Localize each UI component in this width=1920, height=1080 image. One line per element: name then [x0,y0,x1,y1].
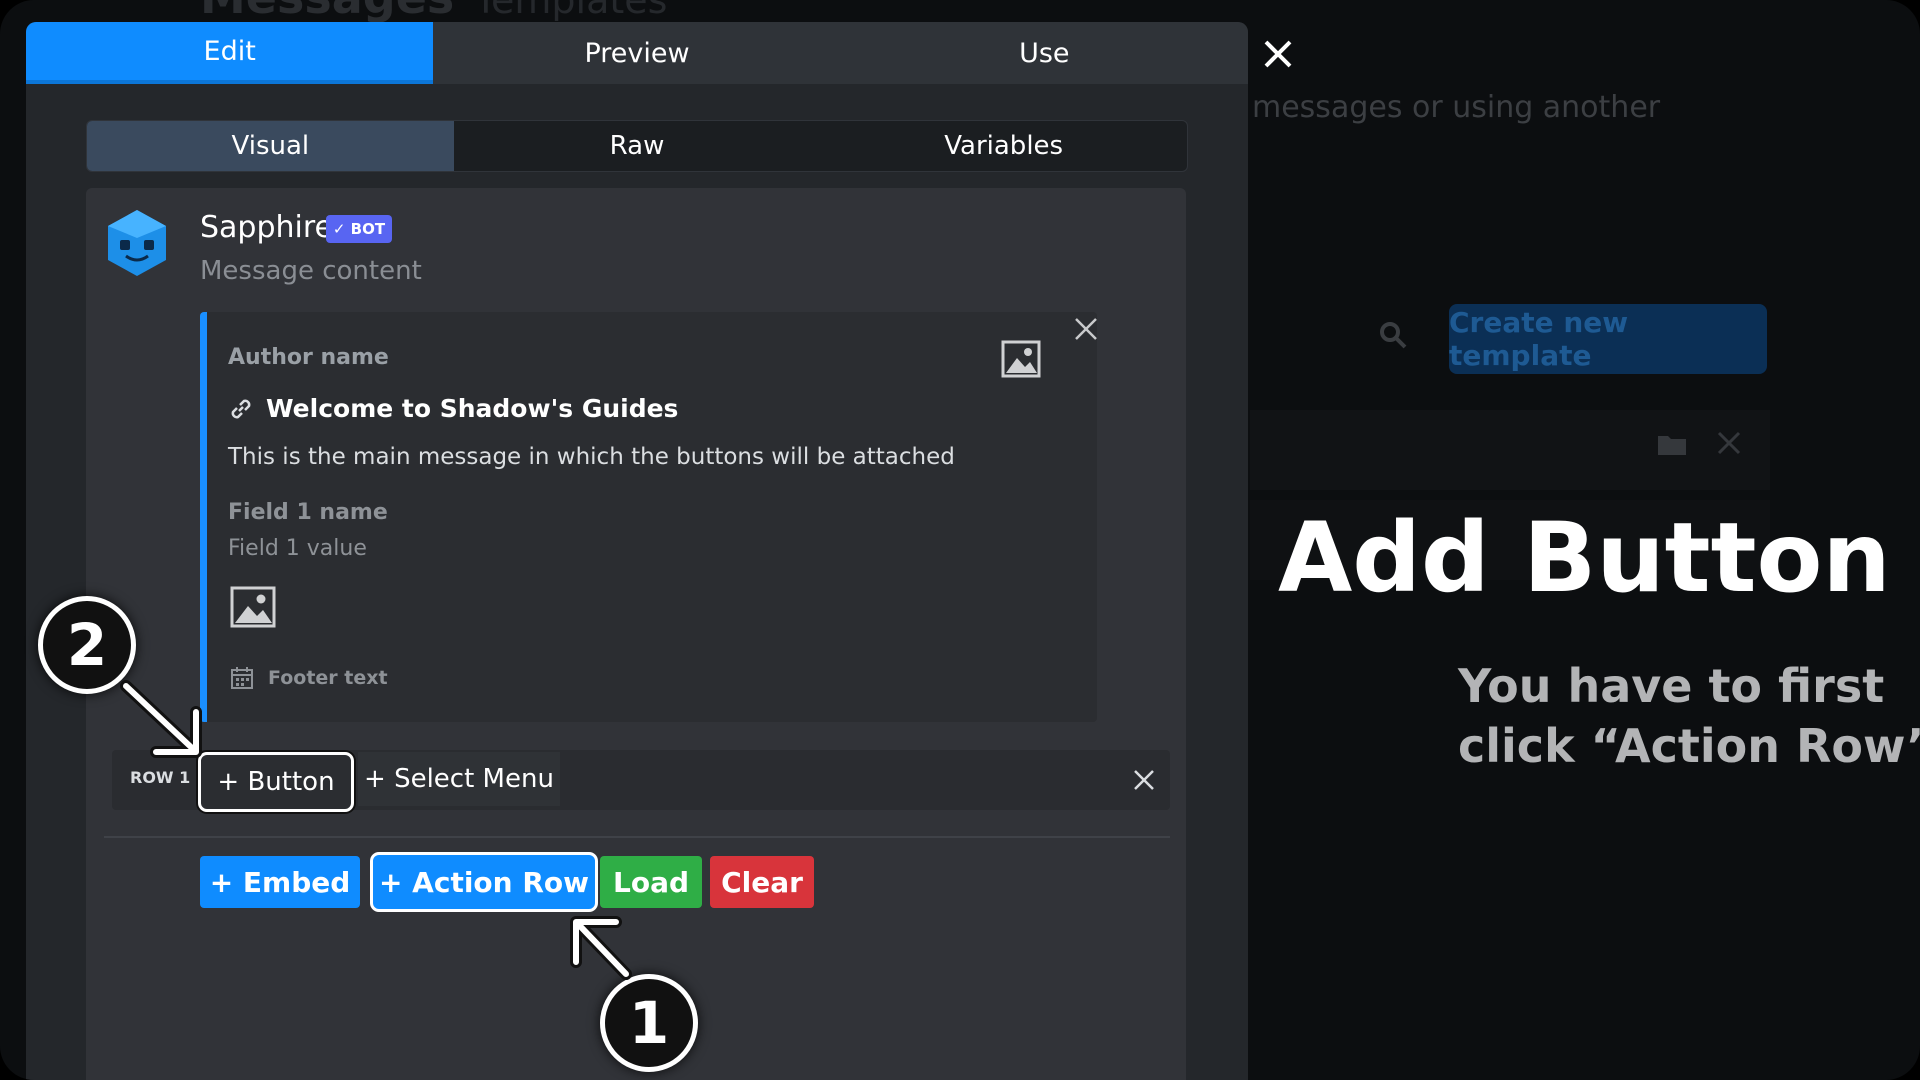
add-button-button[interactable]: + Button [198,752,354,812]
tab-use[interactable]: Use [841,22,1248,84]
calendar-icon[interactable] [230,666,254,690]
step-marker-1: 1 [600,974,698,1072]
tab-preview[interactable]: Preview [433,22,840,84]
close-icon[interactable] [1073,316,1099,342]
link-icon[interactable] [228,396,254,422]
embed-title-input[interactable]: Welcome to Shadow's Guides [266,394,678,423]
tab-edit[interactable]: Edit [26,22,434,84]
tutorial-description-line: click “Action Row” [1458,719,1920,773]
tab-visual[interactable]: Visual [87,121,454,171]
tutorial-description: You have to first click “Action Row” [1458,656,1920,776]
close-icon[interactable] [1262,38,1294,70]
divider [104,836,1170,838]
embed-footer-input[interactable]: Footer text [268,667,388,689]
bot-badge: ✓ BOT [326,215,392,243]
load-button[interactable]: Load [600,856,702,908]
embed-author-input[interactable]: Author name [228,345,389,370]
image-icon[interactable] [1001,340,1041,378]
avatar [108,210,166,276]
background-list-row [1250,410,1770,490]
embed-title-row: Welcome to Shadow's Guides [228,394,678,423]
mode-tabs: Edit Preview Use [26,22,1248,84]
image-icon[interactable] [230,586,276,628]
close-icon[interactable] [1132,768,1156,792]
field-value-input[interactable]: Field 1 value [228,536,367,561]
field-name-input[interactable]: Field 1 name [228,500,388,525]
tutorial-description-line: You have to first [1458,659,1885,713]
arrow-icon [120,680,202,758]
add-embed-button[interactable]: + Embed [200,856,360,908]
tutorial-title: Add Button [1278,502,1891,614]
message-content-input[interactable]: Message content [200,256,422,286]
close-icon[interactable] [1716,430,1742,456]
add-select-menu-button[interactable]: + Select Menu [358,752,560,806]
background-breadcrumb: Templates [474,0,668,22]
embed-description-input[interactable]: This is the main message in which the bu… [228,444,955,470]
background-subtitle: messages or using another [1252,90,1661,125]
create-template-button[interactable]: Create new template [1449,304,1767,374]
tab-variables[interactable]: Variables [820,121,1187,171]
search-icon[interactable] [1378,320,1408,350]
embed-footer-row: Footer text [230,666,388,690]
add-action-row-button[interactable]: + Action Row [370,852,598,912]
screen: MessagesTemplates messages or using anot… [0,0,1920,1080]
action-row-label: ROW 1 [130,768,191,787]
background-page-title: MessagesTemplates [200,0,667,24]
tab-raw[interactable]: Raw [454,121,821,171]
folder-icon[interactable] [1658,433,1686,455]
clear-button[interactable]: Clear [710,856,814,908]
arrow-icon [570,916,632,980]
editor-subtabs: Visual Raw Variables [86,120,1188,172]
bot-name: Sapphire [200,210,333,245]
